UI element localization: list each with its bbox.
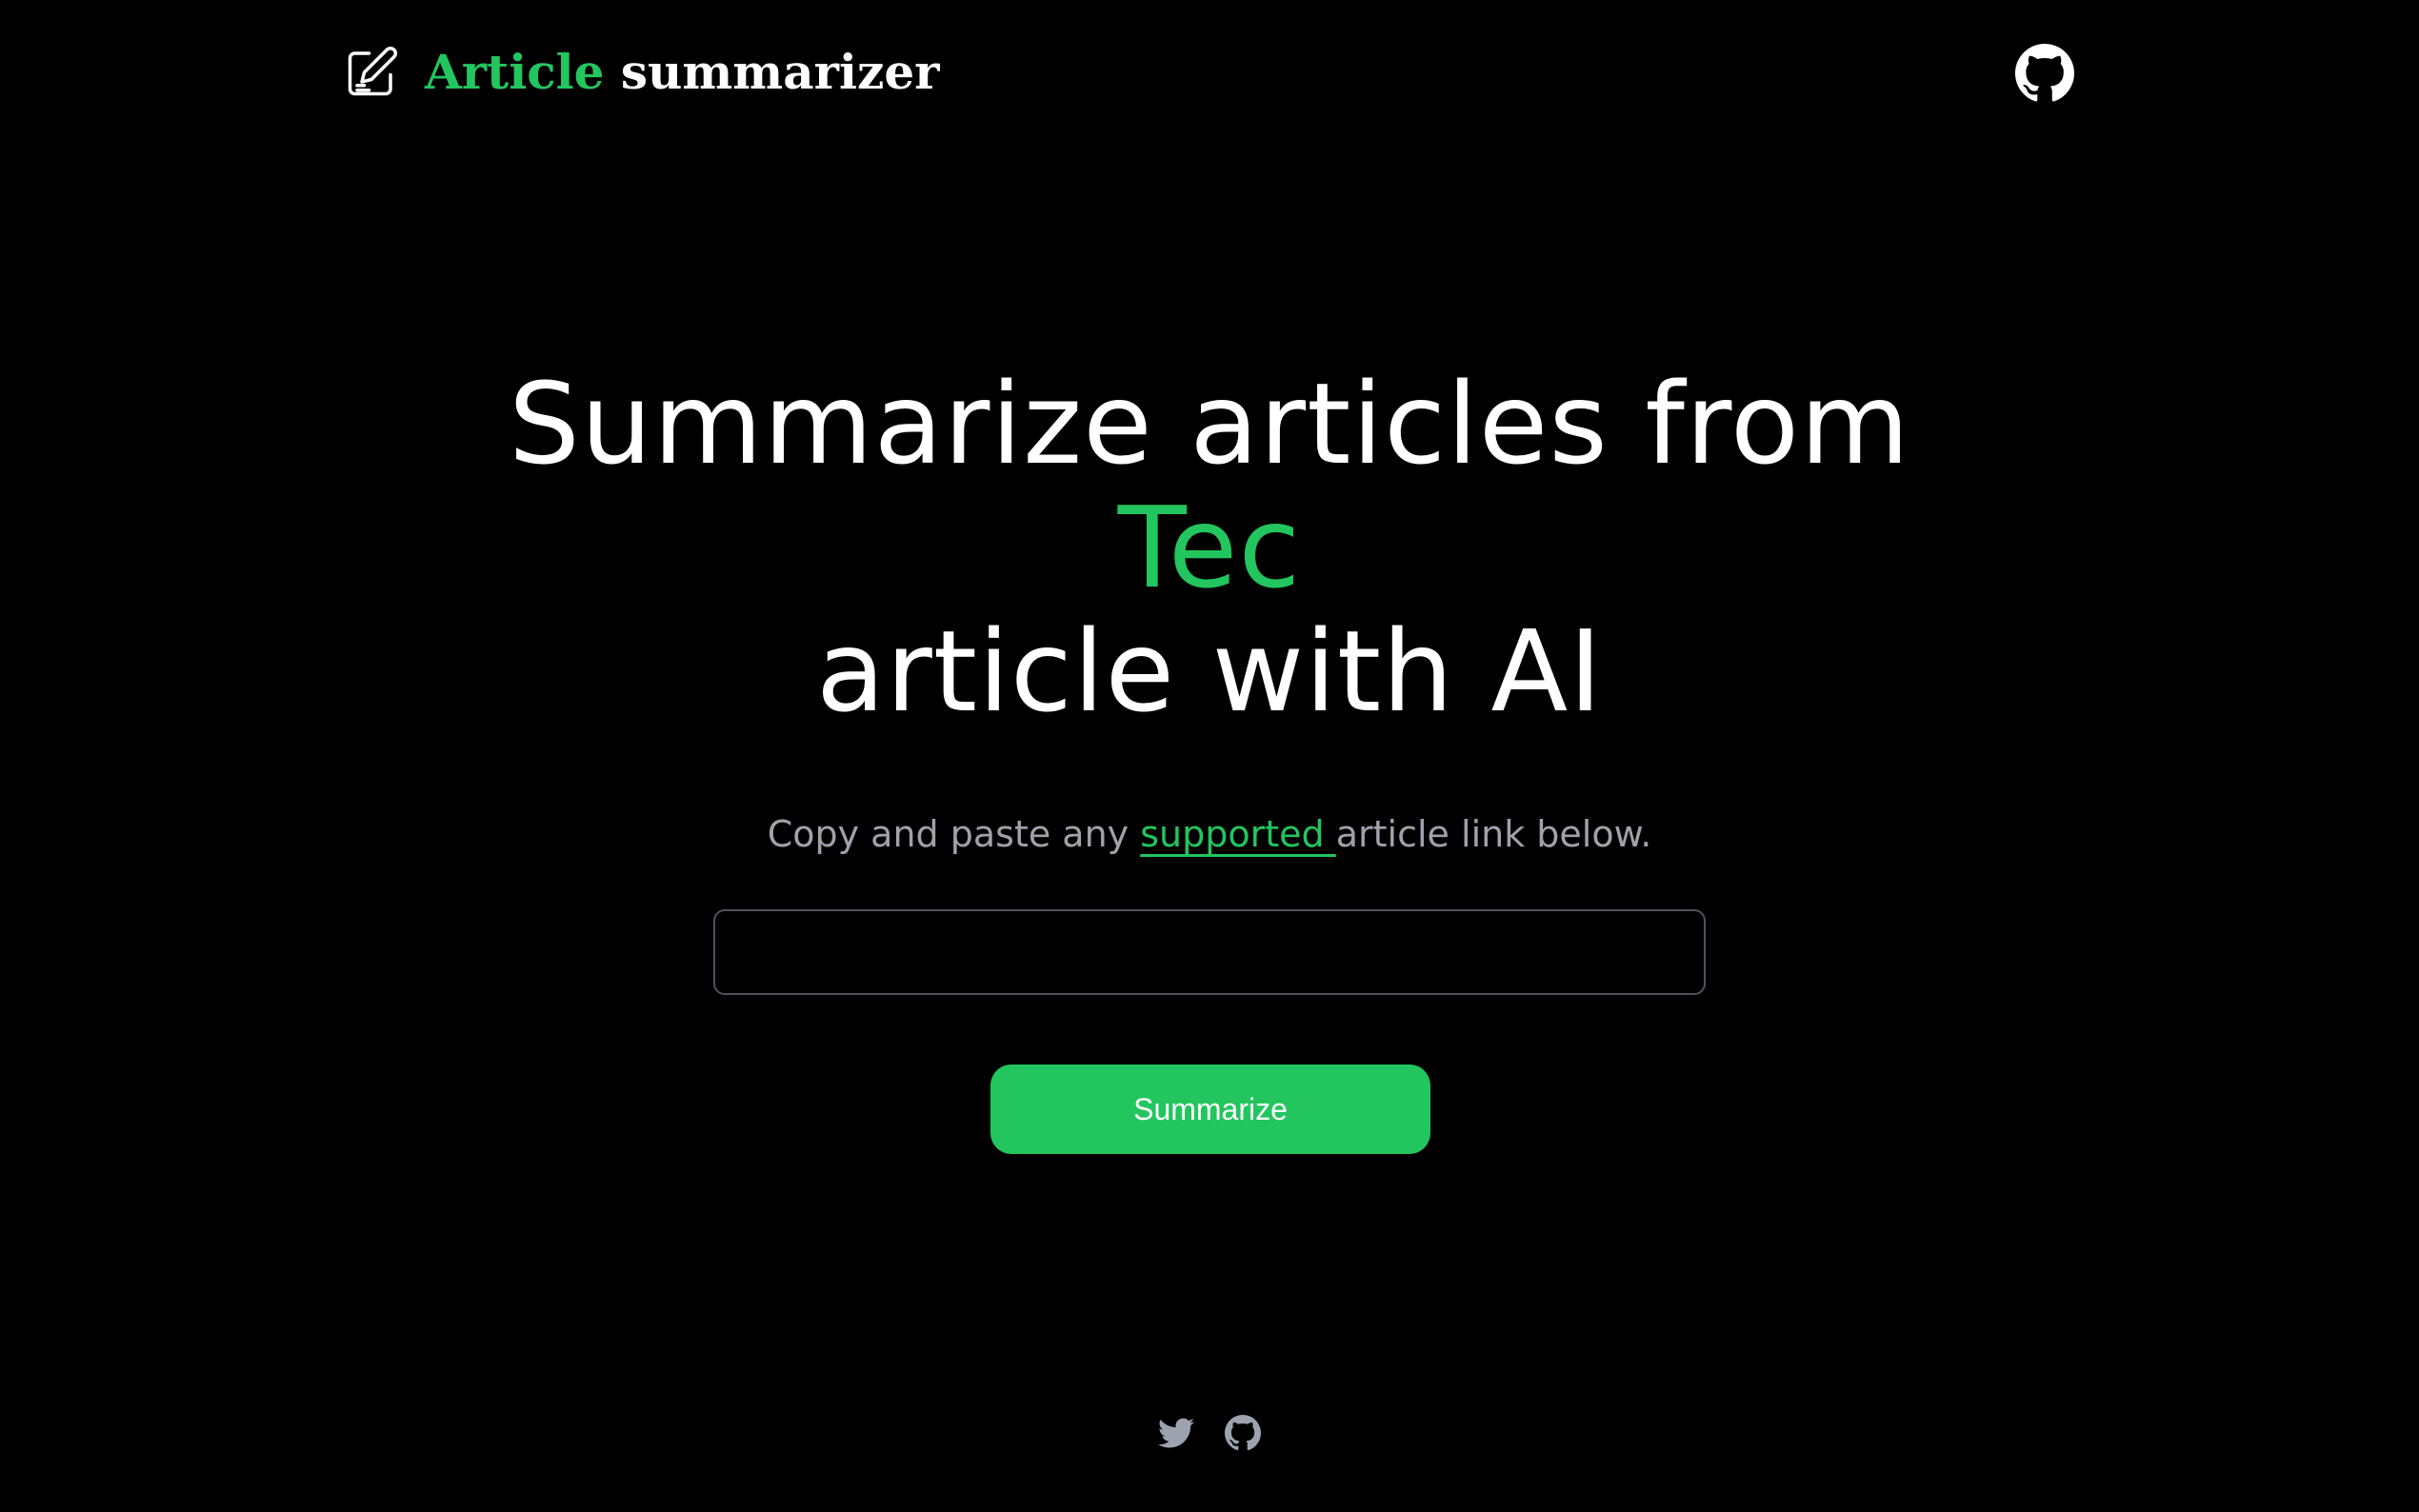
edit-note-icon — [343, 44, 400, 101]
footer-github-link[interactable] — [1225, 1415, 1261, 1472]
article-url-input[interactable] — [713, 909, 1706, 995]
brand-title: Article summarizer — [425, 42, 940, 103]
supported-link[interactable]: supported — [1140, 813, 1335, 855]
summarize-button[interactable]: Summarize — [990, 1064, 1430, 1154]
hero-line-1: Summarize articles from — [509, 358, 1910, 489]
subtitle-after: article link below. — [1335, 813, 1652, 855]
twitter-icon — [1158, 1418, 1194, 1448]
hero-line-rotating-word: Tec — [1117, 482, 1302, 613]
brand-link[interactable]: Article summarizer — [343, 42, 940, 103]
page: Article summarizer Summarize articles fr… — [0, 0, 2419, 1512]
github-icon — [1225, 1415, 1261, 1451]
hero-heading: Summarize articles from Tec article with… — [0, 362, 2419, 733]
hero-line-3: article with AI — [815, 606, 1604, 737]
footer — [0, 1415, 2419, 1472]
header-github-link[interactable] — [2015, 44, 2074, 103]
footer-twitter-link[interactable] — [1158, 1415, 1194, 1472]
subtitle: Copy and paste any supported article lin… — [0, 806, 2419, 863]
github-icon — [2015, 44, 2074, 102]
brand-title-accent: Article — [425, 44, 605, 100]
header: Article summarizer — [0, 0, 2419, 143]
subtitle-before: Copy and paste any — [767, 813, 1141, 855]
brand-title-rest: summarizer — [604, 44, 940, 100]
